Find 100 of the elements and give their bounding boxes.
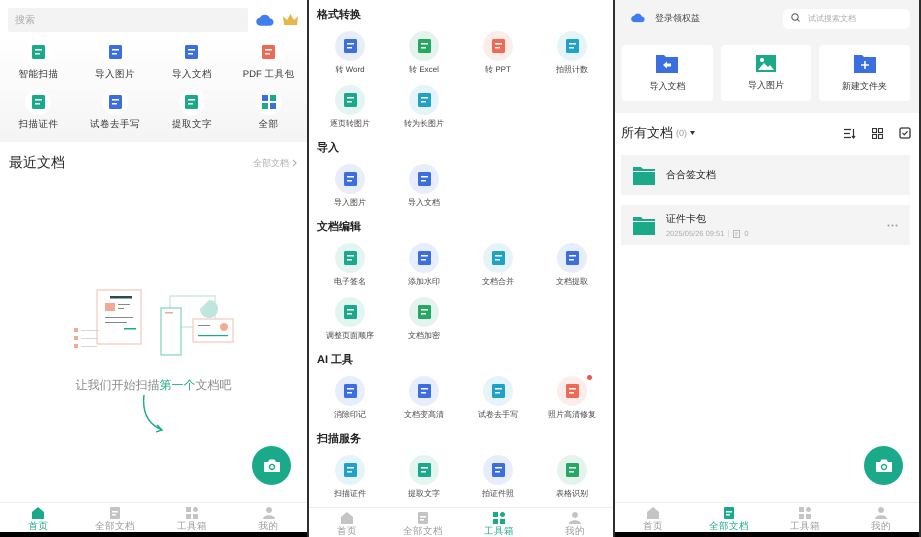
document-icon	[344, 463, 356, 477]
quick-action[interactable]: 扫描证件	[0, 86, 77, 136]
person-icon	[568, 511, 582, 525]
tool-item[interactable]: 文档变高清	[387, 372, 461, 426]
tool-item[interactable]: 拍证件照	[461, 451, 535, 505]
document-icon	[566, 251, 578, 265]
document-icon	[185, 95, 198, 109]
document-icon	[492, 463, 504, 477]
document-icon	[492, 384, 504, 398]
page-icon	[733, 230, 740, 238]
quick-action[interactable]: 导入文档	[154, 36, 230, 86]
list-title: 所有文档	[621, 124, 673, 142]
document-icon	[32, 95, 45, 109]
grid-view-icon[interactable]	[872, 128, 883, 138]
tool-item[interactable]: 转 Excel	[387, 27, 461, 81]
section-title: AI 工具	[316, 353, 354, 368]
camera-button[interactable]	[252, 446, 291, 485]
document-icon	[108, 95, 122, 109]
document-icon	[344, 39, 356, 53]
tool-item[interactable]: 导入文档	[387, 160, 461, 214]
tool-item[interactable]: 消除印记	[313, 372, 387, 426]
section-title: 最近文档	[9, 154, 65, 172]
tool-item[interactable]: 转 PPT	[461, 27, 535, 81]
document-icon	[344, 251, 356, 265]
folder-icon	[633, 166, 655, 184]
document-icon	[344, 172, 356, 186]
tool-item[interactable]: 提取文字	[387, 451, 461, 505]
empty-state-message: 让我们开始扫描第一个文档吧	[76, 377, 232, 394]
grid-icon	[798, 506, 812, 520]
tool-item[interactable]: 文档合并	[461, 239, 535, 293]
tool-item[interactable]: 照片高清修复	[535, 372, 609, 426]
tool-item[interactable]: 逐页转图片	[313, 81, 387, 135]
camera-icon	[874, 458, 892, 473]
home-icon	[646, 506, 660, 520]
grid-icon	[262, 95, 276, 109]
cloud-icon	[256, 14, 274, 26]
folder-icon	[656, 54, 678, 72]
search-field[interactable]: 搜索	[8, 8, 248, 32]
quick-action[interactable]: 全部	[230, 86, 307, 136]
document-icon	[418, 251, 430, 265]
quick-action[interactable]: PDF 工具包	[230, 36, 307, 86]
document-icon	[418, 305, 430, 319]
folder-name: 合合签文档	[666, 168, 717, 182]
quick-action[interactable]: 智能扫描	[0, 36, 77, 86]
curved-arrow-drawing	[142, 394, 166, 434]
tool-item[interactable]: 文档加密	[387, 293, 461, 347]
document-icon	[492, 39, 504, 53]
tool-item[interactable]: 转为长图片	[387, 81, 461, 135]
document-icon	[108, 45, 122, 59]
tool-item[interactable]: 扫描证件	[313, 451, 387, 505]
tool-item[interactable]: 添加水印	[387, 239, 461, 293]
tool-item[interactable]: 导入图片	[313, 160, 387, 214]
document-count: (0)	[676, 128, 687, 138]
folder-row[interactable]: 合合签文档	[621, 155, 910, 195]
document-icon	[32, 45, 45, 59]
dropdown-caret-icon[interactable]	[690, 131, 695, 135]
home-icon	[340, 511, 354, 525]
tool-item[interactable]: 文档提取	[535, 239, 609, 293]
action-card[interactable]: 导入文档	[622, 45, 713, 101]
more-icon[interactable]	[887, 224, 898, 226]
quick-action[interactable]: 提取文字	[154, 86, 230, 136]
document-icon	[344, 305, 356, 319]
crown-icon	[282, 13, 299, 27]
person-icon	[874, 506, 888, 520]
action-card[interactable]: 新建文件夹	[819, 45, 910, 101]
document-icon	[492, 251, 504, 265]
sort-icon[interactable]	[844, 128, 856, 138]
camera-button[interactable]	[864, 446, 903, 485]
document-icon	[566, 463, 578, 477]
section-title: 格式转换	[316, 8, 362, 23]
section-title: 导入	[316, 140, 340, 156]
person-icon	[262, 506, 276, 520]
document-icon	[185, 45, 198, 59]
document-icon	[566, 39, 578, 53]
document-icon	[344, 384, 356, 398]
grid-icon	[184, 506, 199, 520]
search-field[interactable]: 试试搜索文档	[783, 8, 910, 28]
select-checkbox-icon[interactable]	[899, 127, 911, 139]
document-icon	[418, 172, 430, 186]
tool-item[interactable]: 试卷去手写	[461, 372, 535, 426]
tool-item[interactable]: 调整页面顺序	[313, 293, 387, 347]
document-icon	[566, 384, 578, 398]
document-icon	[344, 93, 356, 107]
search-icon	[791, 13, 800, 22]
home-icon	[31, 506, 46, 520]
document-icon	[418, 39, 430, 53]
tool-item[interactable]: 电子签名	[313, 239, 387, 293]
cloud-icon	[631, 13, 645, 23]
login-link[interactable]: 登录领权益	[655, 12, 700, 24]
section-title: 扫描服务	[316, 432, 362, 447]
tool-item[interactable]: 拍照计数	[535, 27, 609, 81]
tool-item[interactable]: 转 Word	[313, 27, 387, 81]
tool-item[interactable]: 表格识别	[535, 451, 609, 505]
document-icon	[418, 93, 430, 107]
document-icon	[418, 384, 430, 398]
quick-action[interactable]: 试卷去手写	[76, 86, 154, 136]
chevron-right-icon	[292, 159, 297, 167]
folder-name: 证件卡包	[666, 212, 707, 226]
action-card[interactable]: 导入图片	[720, 45, 812, 101]
quick-action[interactable]: 导入图片	[76, 36, 154, 86]
